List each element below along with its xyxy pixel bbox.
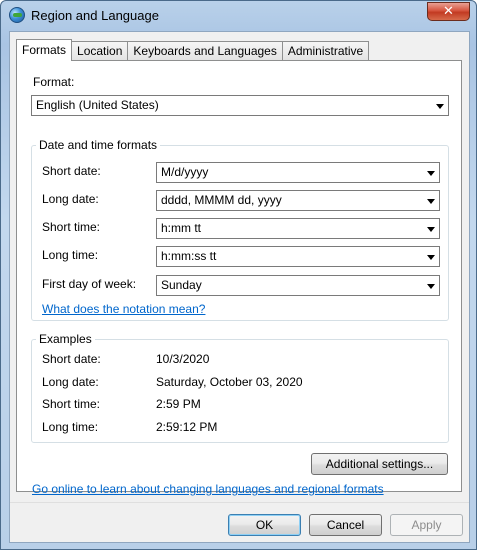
long-time-dropdown-value: h:mm:ss tt [161,249,217,263]
long-date-dropdown[interactable]: dddd, MMMM dd, yyyy [156,190,440,211]
apply-button[interactable]: Apply [390,514,463,536]
online-help-link[interactable]: Go online to learn about changing langua… [32,482,384,496]
title-bar[interactable]: Region and Language ✕ [1,1,476,31]
format-dropdown[interactable]: English (United States) [31,95,449,116]
tab-strip: Formats Location Keyboards and Languages… [16,39,370,61]
example-long-time-value: 2:59:12 PM [156,420,218,434]
globe-icon [9,7,25,23]
chevron-down-icon [427,284,435,289]
date-time-formats-title: Date and time formats [36,138,161,152]
tab-keyboards-and-languages[interactable]: Keyboards and Languages [127,41,283,61]
date-time-formats-group: Date and time formats Short date: M/d/yy… [31,138,449,321]
long-time-label: Long time: [42,248,99,262]
example-short-time-value: 2:59 PM [156,397,201,411]
short-date-dropdown[interactable]: M/d/yyyy [156,162,440,183]
short-time-dropdown[interactable]: h:mm tt [156,218,440,239]
format-dropdown-value: English (United States) [36,98,159,112]
first-day-of-week-dropdown[interactable]: Sunday [156,275,440,296]
tab-location[interactable]: Location [71,41,129,61]
short-time-dropdown-value: h:mm tt [161,221,202,235]
dialog-client-area: Formats Location Keyboards and Languages… [9,31,470,543]
chevron-down-icon [427,199,435,204]
example-short-time-label: Short time: [42,397,101,411]
chevron-down-icon [427,227,435,232]
short-time-label: Short time: [42,220,101,234]
ok-button[interactable]: OK [228,514,301,536]
first-day-of-week-dropdown-value: Sunday [161,278,202,292]
example-short-date-value: 10/3/2020 [156,352,210,366]
example-long-time-label: Long time: [42,420,99,434]
window-title: Region and Language [31,8,159,23]
additional-settings-button[interactable]: Additional settings... [311,453,448,475]
example-long-date-label: Long date: [42,375,99,389]
region-language-window: Region and Language ✕ Formats Location K… [0,0,477,550]
tab-formats[interactable]: Formats [16,39,73,61]
chevron-down-icon [427,255,435,260]
tab-administrative[interactable]: Administrative [281,41,370,61]
formats-panel: Format: English (United States) Date and… [16,60,462,496]
short-date-label: Short date: [42,164,101,178]
format-label: Format: [33,75,75,89]
close-button[interactable]: ✕ [427,2,470,21]
examples-title: Examples [36,332,95,346]
first-day-of-week-label: First day of week: [42,277,137,291]
chevron-down-icon [436,104,444,109]
notation-help-link[interactable]: What does the notation mean? [42,302,205,316]
footer-separator [10,502,469,503]
long-date-label: Long date: [42,192,99,206]
cancel-button[interactable]: Cancel [309,514,382,536]
long-date-dropdown-value: dddd, MMMM dd, yyyy [161,193,282,207]
examples-group: Examples Short date: 10/3/2020 Long date… [31,332,449,443]
example-short-date-label: Short date: [42,352,101,366]
short-date-dropdown-value: M/d/yyyy [161,165,209,179]
long-time-dropdown[interactable]: h:mm:ss tt [156,246,440,267]
example-long-date-value: Saturday, October 03, 2020 [156,375,303,389]
chevron-down-icon [427,171,435,176]
